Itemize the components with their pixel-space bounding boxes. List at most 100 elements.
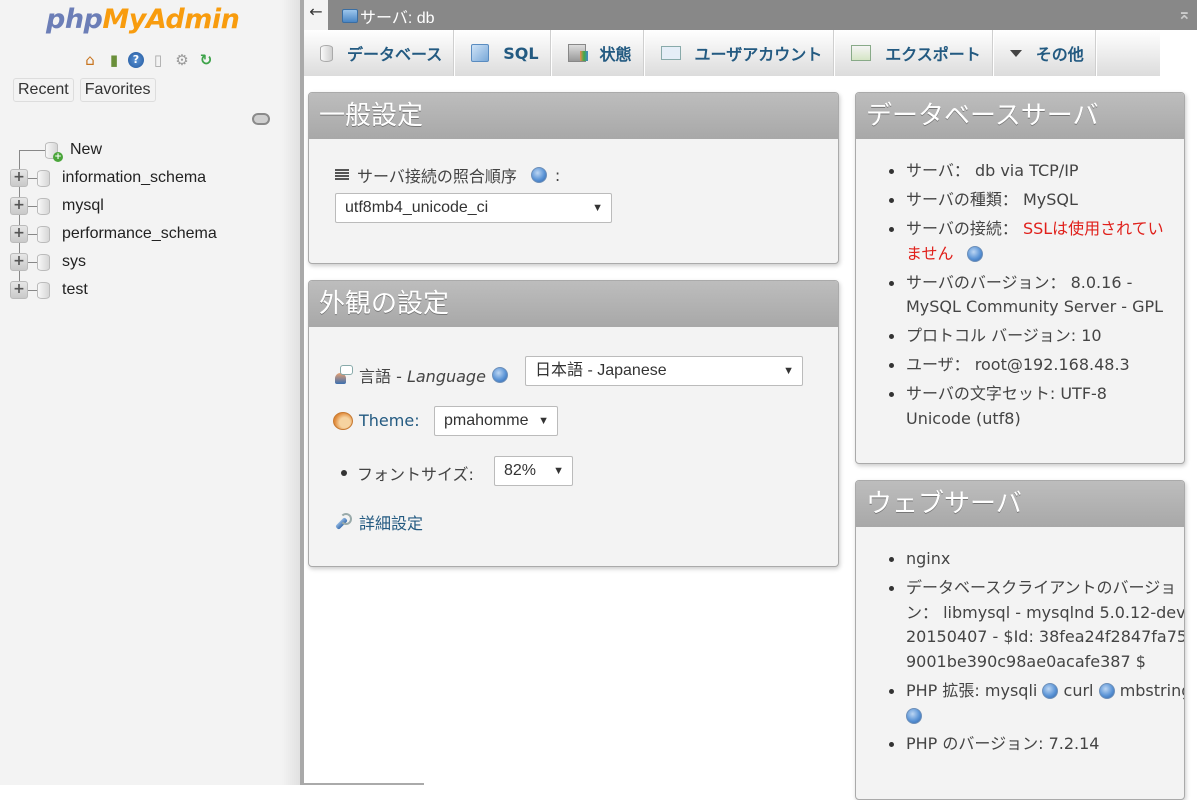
fontsize-row: フォントサイズ: xyxy=(341,461,474,485)
fontsize-select[interactable]: 82% ▼ xyxy=(494,456,573,486)
status-icon xyxy=(567,44,588,62)
theme-select[interactable]: pmahomme ▼ xyxy=(434,406,558,436)
list-item: プロトコル バージョン: 10 xyxy=(886,324,1174,349)
tab-databases[interactable]: データベース xyxy=(304,30,456,76)
help-icon[interactable]: ? xyxy=(128,52,144,68)
help-icon[interactable] xyxy=(1098,683,1115,699)
breadcrumb[interactable]: サーバ: db xyxy=(342,4,435,28)
navigation-divider[interactable] xyxy=(300,0,304,785)
list-item: サーバ： db via TCP/IP xyxy=(886,159,1174,184)
export-icon xyxy=(851,45,872,61)
home-icon[interactable]: ⌂ xyxy=(80,50,100,70)
list-item: サーバの種類： MySQL xyxy=(886,188,1174,213)
settings-icon[interactable]: ⚙ xyxy=(172,50,192,70)
panel-title: ウェブサーバ xyxy=(856,481,1184,527)
language-select[interactable]: 日本語 - Japanese ▼ xyxy=(525,356,803,386)
theme-label[interactable]: Theme: xyxy=(359,411,420,430)
chevron-down-icon: ▼ xyxy=(592,202,603,214)
language-label: 言語 - Language xyxy=(359,367,486,386)
navigation-resizer[interactable] xyxy=(282,0,300,785)
nav-icon-bar: ⌂ ▮ ? ▯ ⚙ ↻ xyxy=(80,50,216,70)
panel-title: 一般設定 xyxy=(309,93,838,139)
list-item: PHP のバージョン: 7.2.14 xyxy=(886,732,1184,757)
appearance-settings-panel: 外観の設定 言語 - Language 日本語 - Japanese ▼ The… xyxy=(308,280,839,567)
collation-select[interactable]: utf8mb4_unicode_ci ▼ xyxy=(335,193,612,223)
link-with-main-icon[interactable] xyxy=(252,113,270,125)
tree-item-label[interactable]: performance_schema xyxy=(62,225,217,243)
sql-icon xyxy=(471,44,490,62)
help-icon[interactable] xyxy=(1042,683,1059,699)
list-item: サーバのバージョン： 8.0.16 - MySQL Community Serv… xyxy=(886,271,1174,320)
nav-tabs: Recent Favorites xyxy=(13,78,156,102)
web-server-panel: ウェブサーバ nginx データベースクライアントのバージョン： libmysq… xyxy=(855,480,1185,800)
user-accounts-icon xyxy=(660,46,681,60)
more-settings-link[interactable]: 詳細設定 xyxy=(359,510,423,534)
wrench-icon xyxy=(333,512,353,532)
panel-title: データベースサーバ xyxy=(856,93,1184,139)
help-icon[interactable] xyxy=(491,367,508,383)
tree-item-mysql[interactable]: + mysql xyxy=(10,192,217,220)
expand-icon[interactable]: + xyxy=(10,197,28,215)
chevron-down-icon: ▼ xyxy=(553,465,564,477)
collapse-top-icon[interactable]: ⌅ xyxy=(1178,4,1191,23)
more-settings-row: 詳細設定 xyxy=(333,510,423,534)
breadcrumb-server[interactable]: サーバ: db xyxy=(360,4,435,28)
tab-user-accounts[interactable]: ユーザアカウント xyxy=(645,30,836,76)
list-icon xyxy=(335,169,349,181)
fontsize-label: フォントサイズ: xyxy=(357,465,474,484)
more-dropdown-icon xyxy=(1009,49,1022,57)
help-icon[interactable] xyxy=(530,167,547,183)
expand-icon[interactable]: + xyxy=(10,253,28,271)
panel-title: 外観の設定 xyxy=(309,281,838,327)
tree-item-new[interactable]: + New xyxy=(10,136,217,164)
chevron-down-icon: ▼ xyxy=(783,365,794,377)
tree-item-label[interactable]: sys xyxy=(62,253,86,271)
list-item: nginx xyxy=(886,547,1184,572)
tree-item-performance-schema[interactable]: + performance_schema xyxy=(10,220,217,248)
expand-icon[interactable]: + xyxy=(10,225,28,243)
help-icon[interactable] xyxy=(966,246,983,262)
docs-icon[interactable]: ▯ xyxy=(148,50,168,70)
tree-item-label[interactable]: test xyxy=(62,281,88,299)
chevron-down-icon: ▼ xyxy=(538,415,549,427)
database-icon xyxy=(37,169,50,187)
database-server-panel: データベースサーバ サーバ： db via TCP/IP サーバの種類： MyS… xyxy=(855,92,1185,464)
language-row: 言語 - Language xyxy=(333,363,508,387)
tree-item-test[interactable]: + test xyxy=(10,276,217,304)
database-server-info-list: サーバ： db via TCP/IP サーバの種類： MySQL サーバの接続：… xyxy=(886,159,1174,436)
tab-sql[interactable]: SQL xyxy=(455,30,552,76)
tree-item-label[interactable]: New xyxy=(70,141,102,159)
phpmyadmin-logo[interactable]: phpMyAdmin xyxy=(46,4,240,35)
database-icon xyxy=(320,44,333,62)
database-icon xyxy=(37,253,50,271)
tree-item-sys[interactable]: + sys xyxy=(10,248,217,276)
bullet xyxy=(341,470,347,476)
server-icon xyxy=(342,9,358,23)
favorites-button[interactable]: Favorites xyxy=(79,78,156,102)
expand-icon[interactable]: + xyxy=(10,281,28,299)
database-icon xyxy=(37,197,50,215)
recent-button[interactable]: Recent xyxy=(13,78,74,102)
collapse-navigation-button[interactable]: ← xyxy=(304,0,328,30)
navigation-panel: phpMyAdmin ⌂ ▮ ? ▯ ⚙ ↻ Recent Favorites … xyxy=(0,0,300,785)
general-settings-panel: 一般設定 サーバ接続の照合順序 : utf8mb4_unicode_ci ▼ xyxy=(308,92,839,264)
tree-item-label[interactable]: mysql xyxy=(62,197,104,215)
tree-item-information-schema[interactable]: + information_schema xyxy=(10,164,217,192)
list-item: サーバの文字セット: UTF-8 Unicode (utf8) xyxy=(886,382,1174,431)
database-icon xyxy=(37,225,50,243)
theme-row: Theme: xyxy=(333,411,420,430)
tab-status[interactable]: 状態 xyxy=(552,30,645,76)
tab-more[interactable]: その他 xyxy=(994,30,1097,76)
expand-icon[interactable]: + xyxy=(10,169,28,187)
help-icon[interactable] xyxy=(906,707,922,724)
list-item: サーバの接続： SSLは使用されていません xyxy=(886,217,1174,266)
list-item: ユーザ： root@192.168.48.3 xyxy=(886,353,1174,378)
theme-palette-icon xyxy=(333,411,353,430)
reload-icon[interactable]: ↻ xyxy=(196,50,216,70)
main-menu: データベース SQL 状態 ユーザアカウント エクスポート その他 xyxy=(304,30,1197,76)
server-breadcrumb-bar: ← サーバ: db ⌅ xyxy=(304,0,1197,30)
tab-export[interactable]: エクスポート xyxy=(835,30,994,76)
database-tree: + New + information_schema + mysql + per… xyxy=(10,136,217,304)
tree-item-label[interactable]: information_schema xyxy=(62,169,206,187)
exit-icon[interactable]: ▮ xyxy=(104,50,124,70)
